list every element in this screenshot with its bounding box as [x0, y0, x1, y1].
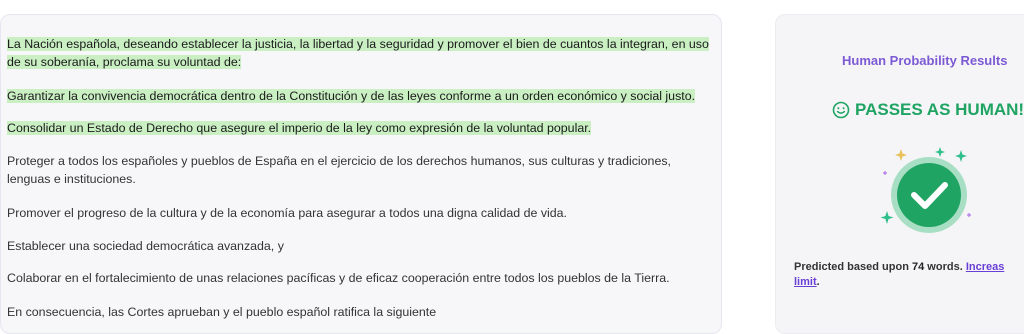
paragraph-text: Garantizar la convivencia democrática de…	[7, 89, 696, 103]
verdict: PASSES AS HUMAN!	[832, 100, 1024, 120]
paragraph-text: La Nación española, deseando establecer …	[7, 37, 709, 69]
word-count: 74	[911, 261, 925, 273]
words-label: words.	[927, 261, 963, 273]
paragraph: Promover el progreso de la cultura y de …	[7, 204, 712, 222]
paragraph-text: Proteger a todos los españoles y pueblos…	[7, 154, 671, 186]
sparkle-icon	[935, 147, 945, 157]
paragraph: Proteger a todos los españoles y pueblos…	[7, 152, 712, 188]
smile-icon	[832, 101, 850, 119]
sparkle-icon	[880, 211, 894, 224]
results-panel: Human Probability Results PASSES AS HUMA…	[775, 14, 1024, 334]
increase-limit-link[interactable]: Increas	[966, 261, 1005, 273]
paragraph: Garantizar la convivencia democrática de…	[7, 87, 712, 105]
paragraph-text: Colaborar en el fortalecimiento de unas …	[7, 271, 670, 285]
paragraph-text: Promover el progreso de la cultura y de …	[7, 206, 567, 220]
increase-limit-link-cont[interactable]: limit	[794, 276, 817, 288]
paragraph: Establecer una sociedad democrática avan…	[7, 237, 712, 255]
sparkle-icon	[955, 150, 967, 162]
sparkle-icon	[895, 149, 907, 161]
link-period: .	[816, 276, 820, 288]
results-title: Human Probability Results	[842, 53, 1008, 68]
paragraph-text: Consolidar un Estado de Derecho que aseg…	[7, 121, 592, 135]
check-badge-icon	[873, 147, 977, 244]
paragraph-text: Establecer una sociedad democrática avan…	[7, 239, 284, 253]
paragraph: Consolidar un Estado de Derecho que aseg…	[7, 119, 712, 137]
predicted-prefix: Predicted based upon	[794, 261, 909, 273]
paragraph: Colaborar en el fortalecimiento de unas …	[7, 269, 712, 287]
text-panel: La Nación española, deseando establecer …	[0, 14, 722, 334]
paragraph-text: En consecuencia, las Cortes aprueban y e…	[7, 305, 437, 319]
prediction-note: Predicted based upon 74 words. Increas l…	[794, 260, 1024, 290]
paragraph: La Nación española, deseando establecer …	[7, 35, 712, 71]
verdict-text: PASSES AS HUMAN!	[855, 100, 1024, 119]
paragraph: En consecuencia, las Cortes aprueban y e…	[7, 303, 712, 321]
